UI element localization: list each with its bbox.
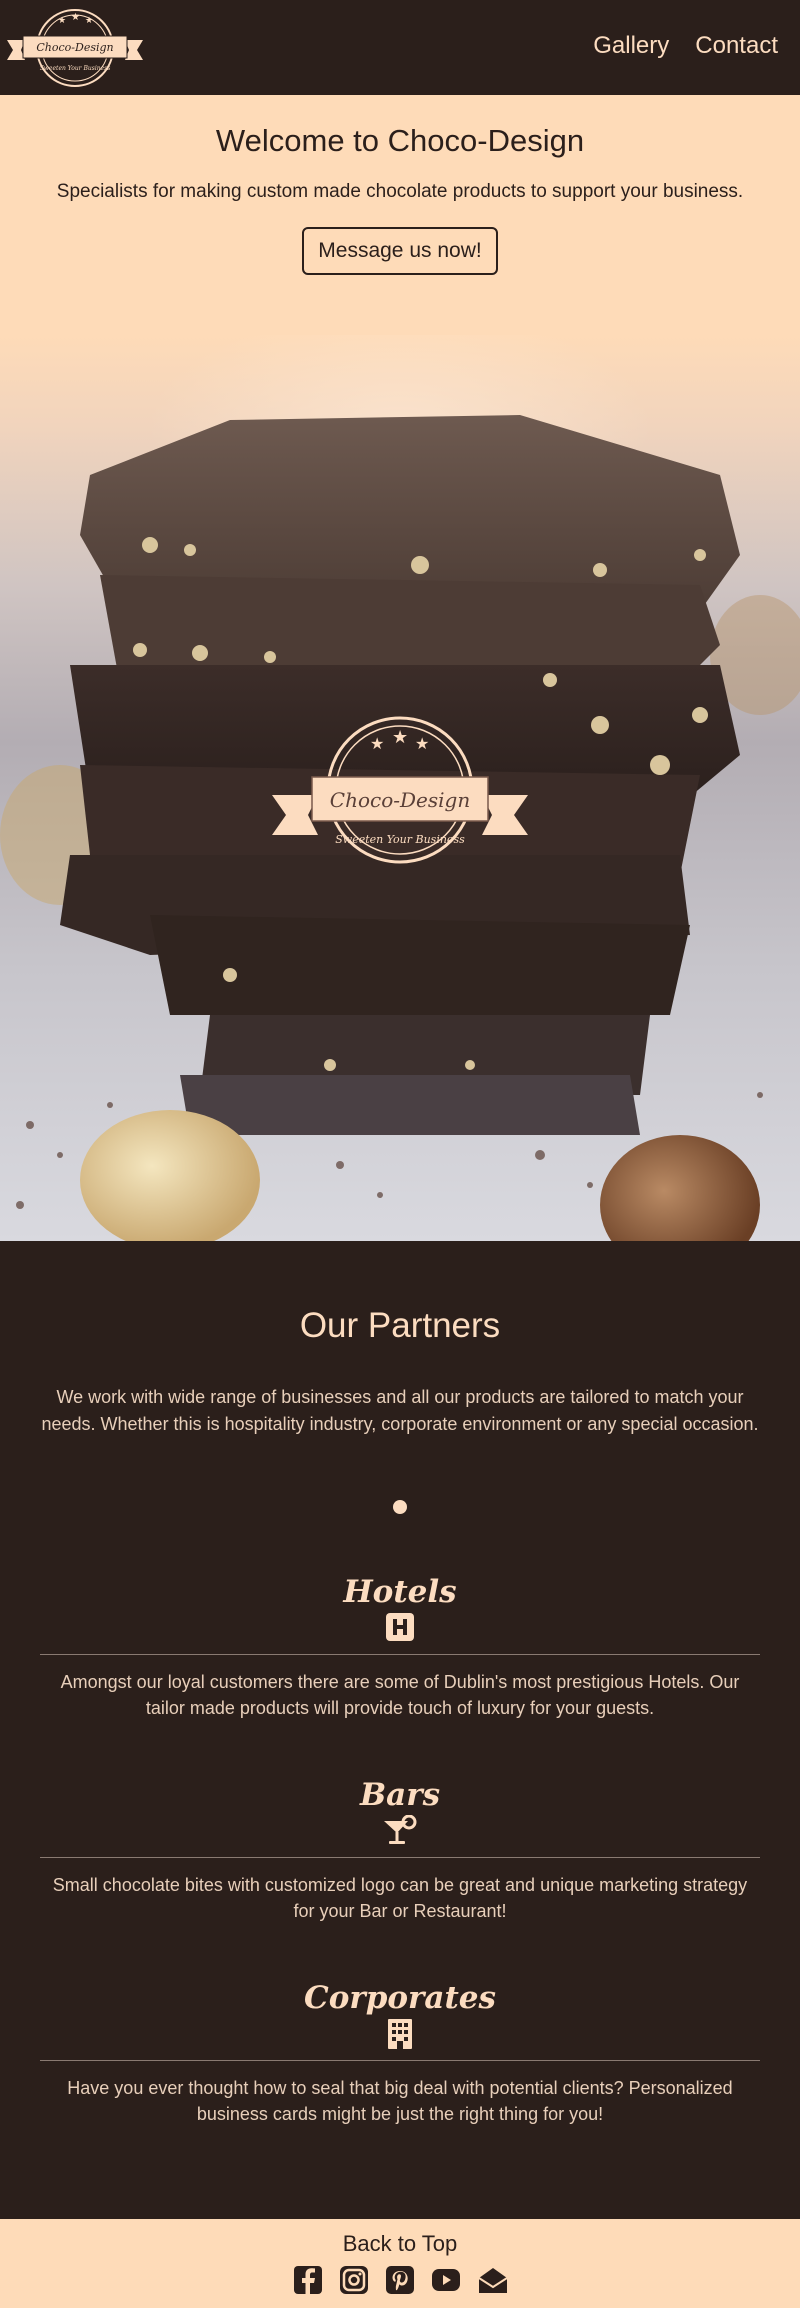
partner-text: Amongst our loyal customers there are so… xyxy=(60,1672,740,1718)
svg-text:★: ★ xyxy=(392,727,408,748)
email-icon[interactable] xyxy=(477,2265,508,2295)
back-to-top-link[interactable]: Back to Top xyxy=(343,2231,458,2256)
page-title: Welcome to Choco-Design xyxy=(215,123,585,158)
logo[interactable]: ★ ★ ★ Choco-Design Sweeten Your Business xyxy=(5,4,145,92)
facebook-icon[interactable] xyxy=(293,2265,323,2295)
partner-bars: Bars Small chocolate bites with customiz… xyxy=(40,1777,760,1924)
partner-text: Have you ever thought how to seal that b… xyxy=(67,2078,733,2124)
partner-title: Corporates xyxy=(304,1980,496,2016)
logo-tagline: Sweeten Your Business xyxy=(40,65,111,72)
section-divider-dot xyxy=(393,1500,407,1514)
instagram-icon[interactable] xyxy=(339,2265,369,2295)
partner-text: Small chocolate bites with customized lo… xyxy=(52,1875,748,1921)
logo-title: Choco-Design xyxy=(36,41,113,54)
youtube-icon[interactable] xyxy=(431,2265,461,2295)
hero-image: ★ ★ ★ Choco-Design Sweeten Your Business xyxy=(0,335,800,1241)
hero-logo-title: Choco-Design xyxy=(330,788,470,812)
svg-text:★: ★ xyxy=(85,16,93,26)
message-us-button[interactable]: Message us now! xyxy=(302,227,498,275)
nav-gallery[interactable]: Gallery xyxy=(593,32,669,60)
partner-title: Hotels xyxy=(343,1574,457,1610)
main-nav: Gallery Contact xyxy=(593,32,778,60)
svg-text:★: ★ xyxy=(370,734,384,753)
partner-corporates: Corporates Have you ever thought how to … xyxy=(40,1980,760,2127)
social-links xyxy=(0,2265,800,2295)
partner-title: Bars xyxy=(359,1777,441,1813)
partner-hotels: Hotels Amongst our loyal customers there… xyxy=(40,1574,760,1721)
pinterest-icon[interactable] xyxy=(385,2265,415,2295)
partners-title: Our Partners xyxy=(299,1306,501,1345)
partners-lead: We work with wide range of businesses an… xyxy=(41,1387,759,1434)
intro-section: Welcome to Choco-Design Specialists for … xyxy=(0,95,800,335)
site-header: ★ ★ ★ Choco-Design Sweeten Your Business… xyxy=(0,0,800,95)
partner-divider xyxy=(40,1857,760,1858)
hero-logo-tagline: Sweeten Your Business xyxy=(335,833,465,846)
chocolate-stack-illustration: ★ ★ ★ Choco-Design Sweeten Your Business xyxy=(0,415,800,1241)
svg-text:★: ★ xyxy=(71,12,80,23)
hotel-icon xyxy=(40,1612,760,1644)
site-footer: Back to Top xyxy=(0,2219,800,2308)
intro-subtitle: Specialists for making custom made choco… xyxy=(56,181,744,202)
svg-text:★: ★ xyxy=(58,16,66,26)
partner-divider xyxy=(40,1654,760,1655)
nav-contact[interactable]: Contact xyxy=(695,32,778,60)
building-icon xyxy=(40,2018,760,2050)
partner-divider xyxy=(40,2060,760,2061)
partners-section: Our Partners We work with wide range of … xyxy=(0,1241,800,2219)
svg-text:★: ★ xyxy=(415,734,429,753)
cocktail-icon xyxy=(40,1815,760,1847)
